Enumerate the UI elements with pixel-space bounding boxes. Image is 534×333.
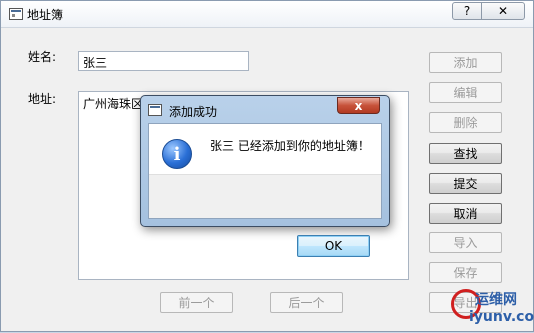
window-app-icon <box>9 8 23 20</box>
site-watermark: 运维网 iyunv.com <box>451 283 534 333</box>
dialog-message: 张三 已经添加到你的地址簿！ <box>210 139 370 153</box>
close-button[interactable]: ✕ <box>481 2 525 20</box>
name-input[interactable]: 张三 <box>78 51 249 71</box>
info-icon: i <box>162 139 192 169</box>
help-button[interactable]: ? <box>452 2 482 20</box>
watermark-text-cn: 运维网 <box>475 292 517 308</box>
address-label: 地址: <box>28 92 57 106</box>
save-button[interactable]: 保存 <box>429 262 502 283</box>
next-button[interactable]: 后一个 <box>270 292 343 313</box>
delete-button[interactable]: 删除 <box>429 112 502 133</box>
dialog-body: i 张三 已经添加到你的地址簿！ OK <box>148 123 382 257</box>
add-button[interactable]: 添加 <box>429 52 502 73</box>
add-success-dialog: 添加成功 x i 张三 已经添加到你的地址簿！ OK <box>140 95 390 257</box>
window-title: 地址簿 <box>27 8 64 22</box>
dialog-footer: OK <box>149 174 381 257</box>
ok-button[interactable]: OK <box>297 235 370 257</box>
find-button[interactable]: 查找 <box>429 143 502 164</box>
dialog-app-icon <box>148 104 162 116</box>
dialog-close-button[interactable]: x <box>337 97 380 114</box>
watermark-text-url: iyunv.com <box>469 309 534 325</box>
previous-button[interactable]: 前一个 <box>160 292 233 313</box>
dialog-title: 添加成功 <box>169 105 218 119</box>
import-button[interactable]: 导入 <box>429 232 502 253</box>
edit-button[interactable]: 编辑 <box>429 82 502 103</box>
cancel-button[interactable]: 取消 <box>429 203 502 224</box>
address-book-window: 地址簿 ? ✕ 姓名: 张三 地址: 广州海珠区 添加 编辑 删除 查找 提交 … <box>0 0 534 332</box>
submit-button[interactable]: 提交 <box>429 173 502 194</box>
name-label: 姓名: <box>28 50 57 64</box>
title-bar[interactable]: 地址簿 ? ✕ <box>1 1 533 28</box>
